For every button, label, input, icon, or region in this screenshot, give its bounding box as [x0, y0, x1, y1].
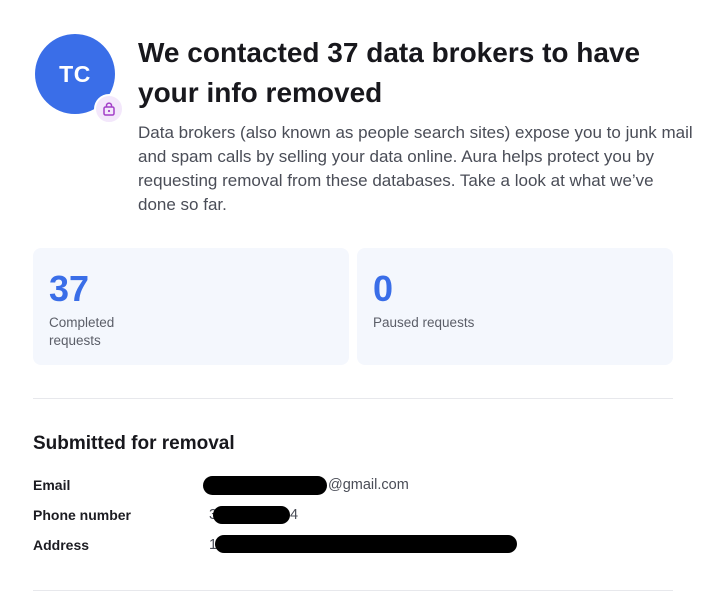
paused-requests-count: 0 — [373, 268, 394, 309]
phone-redaction — [213, 506, 290, 524]
email-row: Email @gmail.com — [33, 475, 673, 495]
profile-avatar: TC — [35, 34, 124, 124]
address-redaction — [215, 535, 517, 553]
email-label: Email — [33, 477, 71, 493]
phone-value-end: 4 — [290, 507, 299, 523]
section-divider — [33, 398, 673, 399]
completed-requests-label: Completed requests — [49, 315, 115, 348]
paused-requests-card: 0 Paused requests — [357, 248, 673, 365]
address-row: Address 1 — [33, 535, 673, 555]
completed-requests-count: 37 — [49, 268, 90, 309]
paused-requests-label: Paused requests — [373, 315, 475, 330]
email-value: @gmail.com — [328, 477, 409, 493]
submitted-section-title: Submitted for removal — [33, 433, 235, 454]
email-redaction — [203, 476, 327, 495]
page-title: We contacted 37 data brokers to have you… — [138, 37, 641, 108]
address-label: Address — [33, 537, 90, 553]
privacy-badge — [94, 94, 124, 124]
phone-label: Phone number — [33, 507, 132, 523]
privacy-lock-icon — [103, 102, 115, 116]
phone-row: Phone number 3 4 — [33, 505, 673, 525]
bottom-divider — [33, 590, 673, 591]
completed-requests-card: 37 Completed requests — [33, 248, 349, 365]
page-description: Data brokers (also known as people searc… — [138, 123, 693, 214]
